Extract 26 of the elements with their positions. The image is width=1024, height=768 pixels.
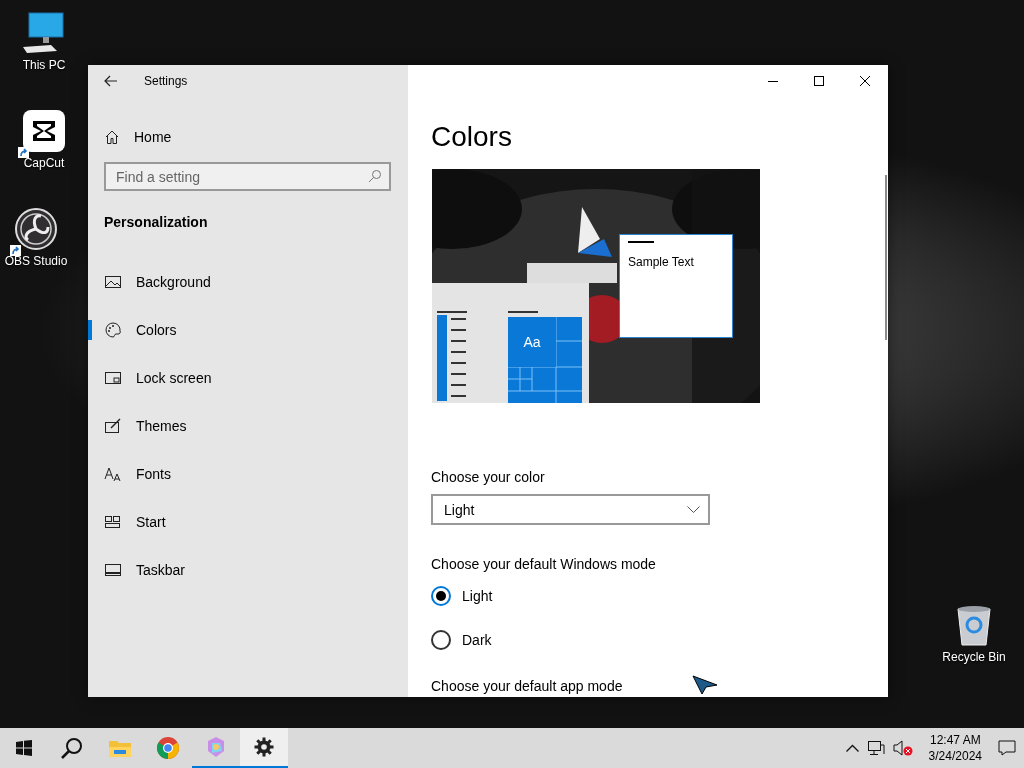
desktop-icon-label[interactable]: This PC bbox=[22, 58, 66, 72]
field-label: Choose your color bbox=[431, 469, 545, 485]
nav-item[interactable]: Fonts bbox=[88, 462, 408, 486]
window-title: Settings bbox=[144, 74, 188, 88]
field-label: Choose your default app mode bbox=[431, 678, 623, 694]
nav-item[interactable]: Colors bbox=[88, 318, 408, 342]
field-label: Choose your default Windows mode bbox=[431, 556, 656, 572]
clock-date[interactable]: 3/24/2024 bbox=[928, 748, 982, 764]
nav-item[interactable]: Background bbox=[88, 270, 408, 294]
desktop-icon-label[interactable]: Recycle Bin bbox=[942, 650, 1006, 664]
color-dropdown[interactable]: Light bbox=[431, 494, 710, 525]
nav-item[interactable]: Taskbar bbox=[88, 558, 408, 582]
desktop-icon-label[interactable]: CapCut bbox=[23, 156, 65, 170]
search-field[interactable]: Find a setting bbox=[104, 162, 391, 191]
page-title: Colors bbox=[431, 121, 512, 153]
home-link[interactable]: Home bbox=[104, 125, 178, 149]
tile-text: Aa bbox=[508, 317, 556, 367]
sample-text: Sample Text bbox=[628, 255, 694, 269]
nav-item[interactable]: Themes bbox=[88, 414, 408, 438]
nav-item[interactable]: Lock screen bbox=[88, 366, 408, 390]
nav-item[interactable]: Start bbox=[88, 510, 408, 534]
section-heading: Personalization bbox=[104, 214, 208, 230]
clock-time[interactable]: 12:47 AM bbox=[929, 732, 981, 748]
radio-option[interactable]: Dark bbox=[431, 630, 492, 650]
desktop-icon-label[interactable]: OBS Studio bbox=[4, 254, 68, 268]
radio-option[interactable]: Light bbox=[431, 586, 493, 606]
